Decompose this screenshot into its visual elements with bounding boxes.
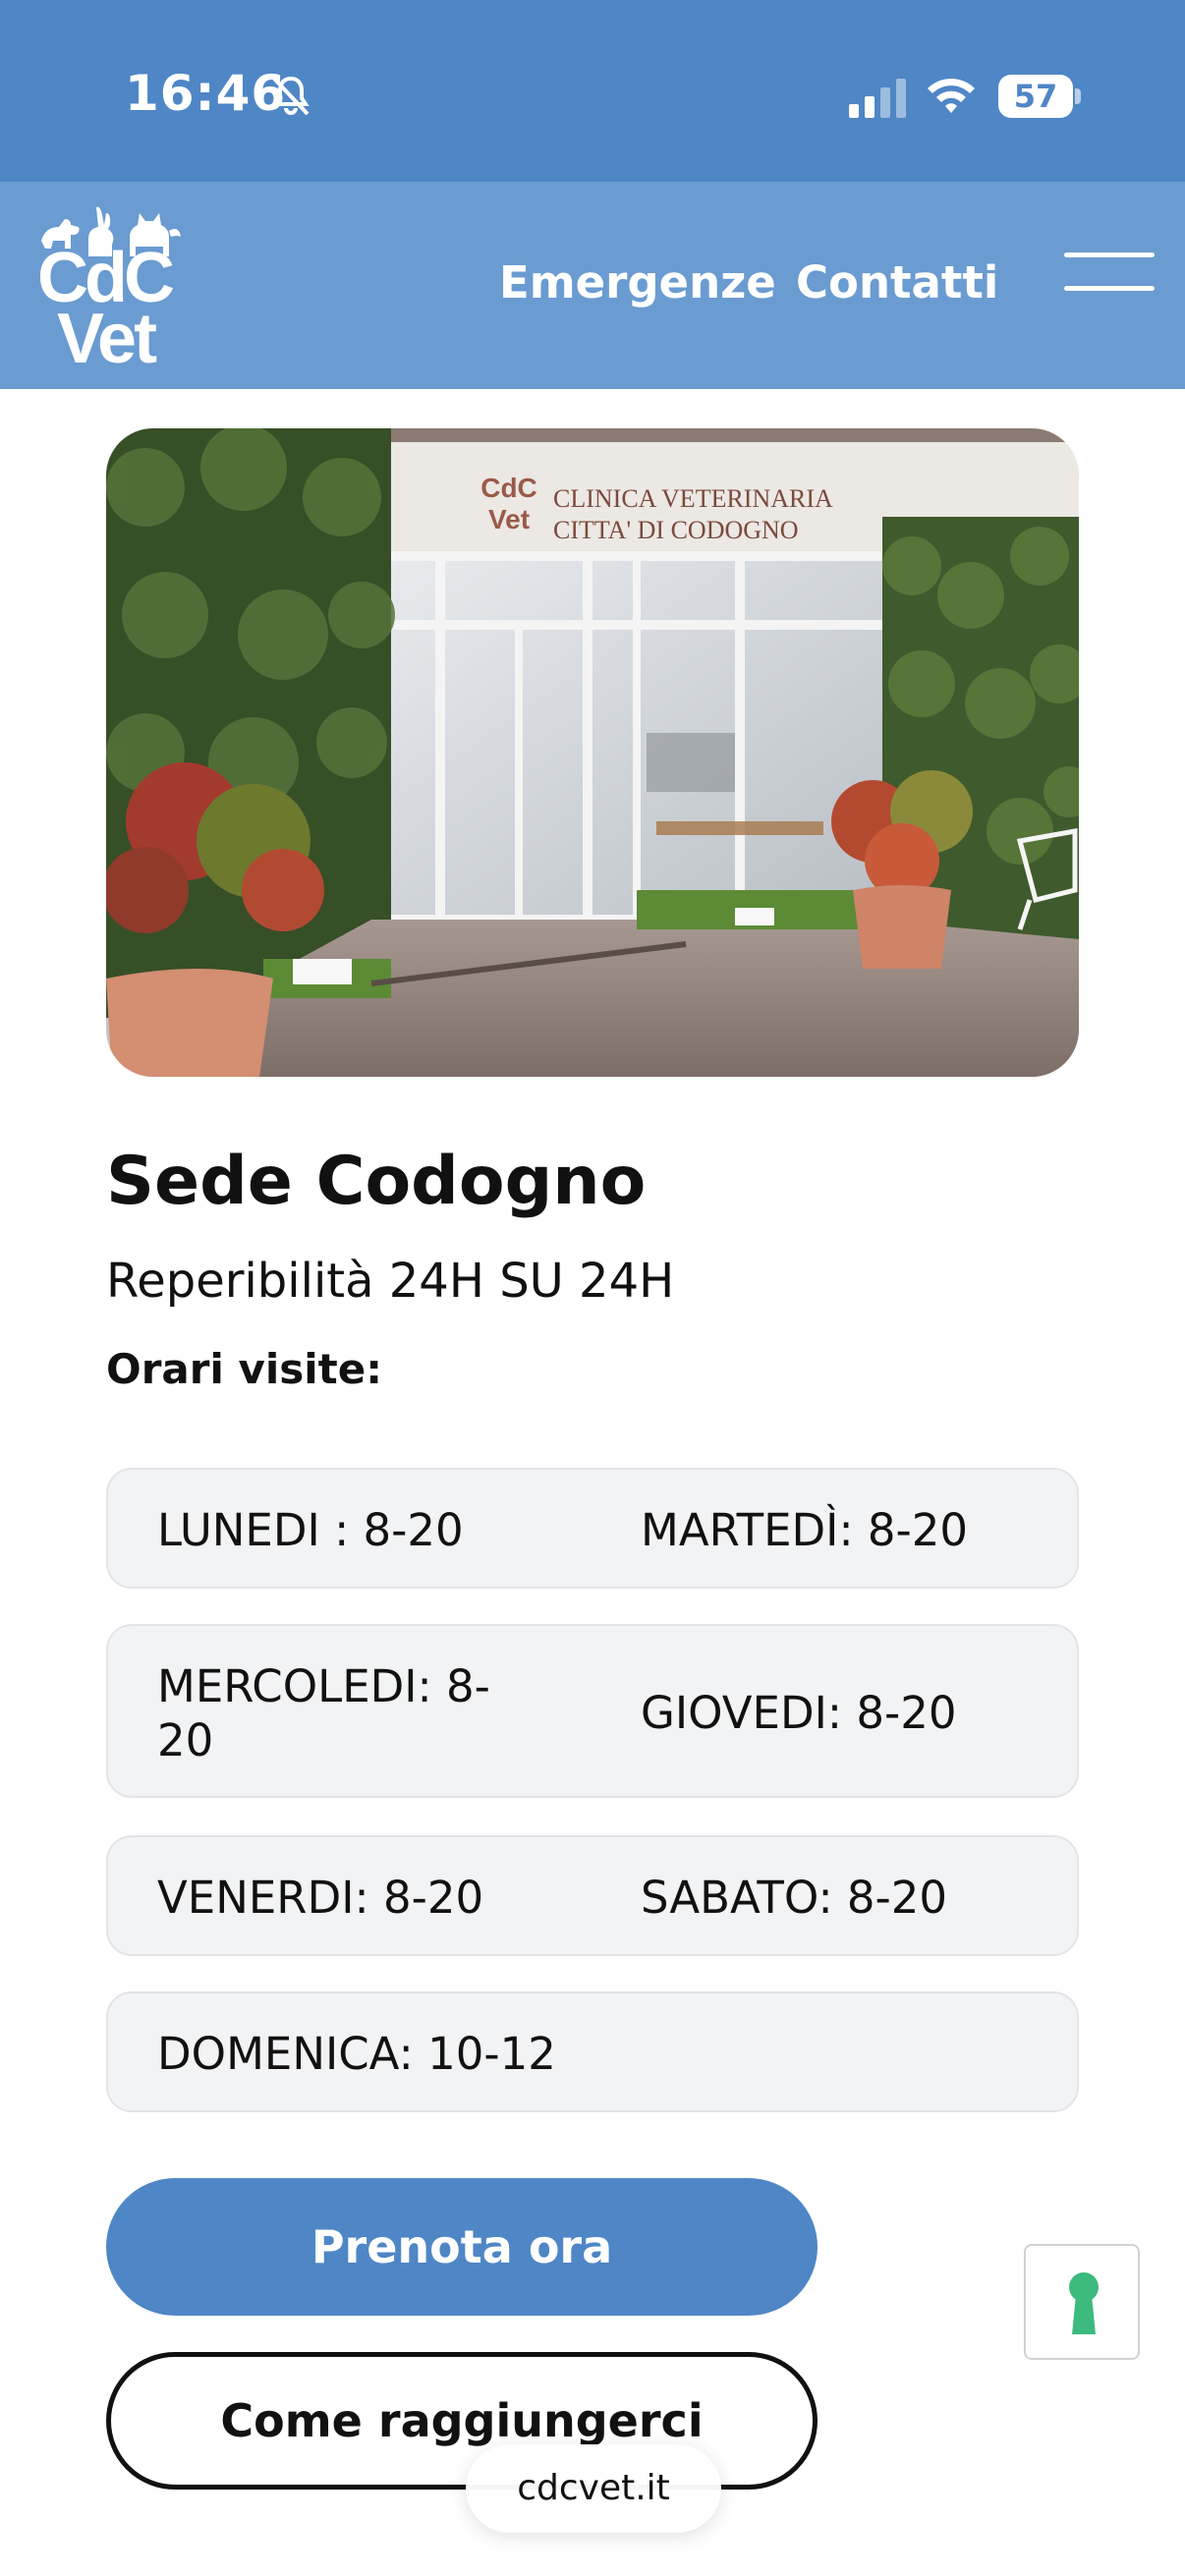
sign-text-line1: CLINICA VETERINARIA: [553, 484, 833, 513]
sign-logo-cdc: CdC: [480, 473, 537, 503]
page-title: Sede Codogno: [106, 1143, 647, 1220]
hours-row: VENERDI: 8-20 SABATO: 8-20: [106, 1835, 1079, 1956]
hours-friday: VENERDI: 8-20: [157, 1872, 484, 1924]
hours-row: MERCOLEDI: 8- 20 GIOVEDI: 8-20: [106, 1624, 1079, 1798]
book-now-button[interactable]: Prenota ora: [106, 2178, 818, 2316]
hours-thursday: GIOVEDI: 8-20: [641, 1687, 957, 1739]
hours-tuesday: MARTEDÌ: 8-20: [641, 1504, 969, 1556]
site-header: CdC Vet Emergenze Contatti: [0, 182, 1185, 389]
cellular-signal-icon: [849, 79, 906, 118]
logo-text-vet: Vet: [57, 300, 157, 378]
hours-row: DOMENICA: 10-12: [106, 1991, 1079, 2112]
hours-heading: Orari visite:: [106, 1345, 383, 1393]
clinic-storefront-image: CdC Vet CLINICA VETERINARIA CITTA' DI CO…: [106, 428, 1079, 1077]
hours-wednesday-line1: MERCOLEDI: 8-: [157, 1660, 490, 1712]
hours-saturday: SABATO: 8-20: [641, 1872, 948, 1924]
accessibility-button[interactable]: [1024, 2244, 1140, 2360]
keyhole-icon: [1069, 2272, 1099, 2334]
hours-wednesday-line2: 20: [157, 1714, 214, 1766]
cdcvet-logo[interactable]: CdC Vet: [31, 201, 189, 378]
availability-text: Reperibilità 24H SU 24H: [106, 1254, 675, 1309]
browser-url-bar[interactable]: cdcvet.it: [466, 2444, 721, 2533]
sign-text-line2: CITTA' DI CODOGNO: [553, 516, 799, 544]
battery-indicator: 57: [998, 75, 1081, 118]
sign-logo-vet: Vet: [488, 504, 530, 534]
wifi-icon: [928, 79, 975, 113]
nav-emergenze[interactable]: Emergenze: [499, 256, 776, 308]
status-time: 16:46: [125, 65, 287, 122]
hours-monday: LUNEDI : 8-20: [157, 1504, 464, 1556]
hours-sunday: DOMENICA: 10-12: [157, 2028, 556, 2080]
hamburger-menu-icon[interactable]: [1064, 247, 1155, 296]
bell-slash-icon: [272, 76, 310, 116]
battery-level: 57: [1013, 78, 1058, 115]
hours-row: LUNEDI : 8-20 MARTEDÌ: 8-20: [106, 1468, 1079, 1589]
status-bar: 16:46 57: [0, 0, 1185, 182]
nav-contatti[interactable]: Contatti: [796, 256, 998, 308]
